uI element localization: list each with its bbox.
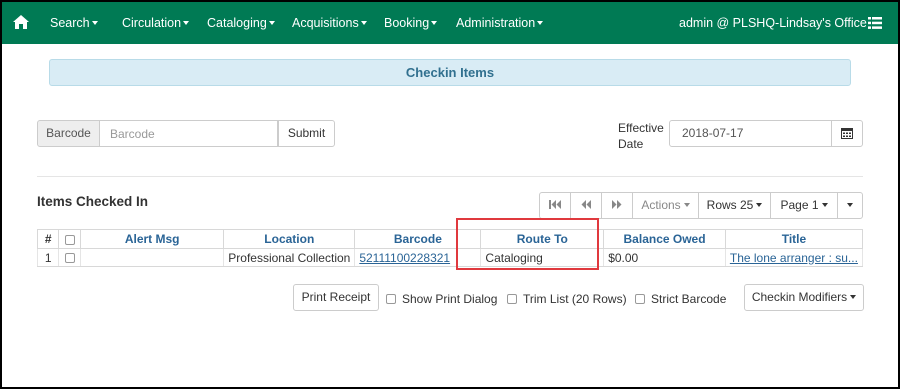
list-icon[interactable]: [868, 17, 882, 29]
column-header-alert-msg[interactable]: Alert Msg: [80, 229, 225, 249]
nav-menu-booking[interactable]: Booking: [384, 16, 438, 30]
barcode-input[interactable]: [99, 120, 278, 147]
show-print-dialog-label: Show Print Dialog: [402, 292, 498, 306]
chevron-down-icon: [821, 202, 828, 207]
calendar-icon: [841, 128, 853, 139]
print-receipt-button[interactable]: Print Receipt: [293, 284, 379, 311]
column-header-balance-owed[interactable]: Balance Owed: [603, 229, 726, 249]
nav-menu-administration[interactable]: Administration: [456, 16, 544, 30]
row-select-checkbox[interactable]: [58, 248, 82, 267]
row-index: 1: [36, 248, 60, 267]
rows-per-page-dropdown[interactable]: Rows 25: [698, 192, 771, 219]
row-location: Professional Collection: [223, 248, 356, 267]
page-title-banner: Checkin Items: [49, 59, 851, 86]
row-barcode-link[interactable]: 52111100228321: [359, 251, 450, 265]
logged-in-user[interactable]: admin @ PLSHQ-Lindsay's Office: [679, 16, 867, 30]
row-route-to: Cataloging: [480, 248, 605, 267]
show-print-dialog-checkbox[interactable]: Show Print Dialog: [386, 292, 497, 306]
grid-options-dropdown[interactable]: [837, 192, 863, 219]
nav-menu-circulation[interactable]: Circulation: [122, 16, 190, 30]
home-icon[interactable]: [12, 14, 30, 30]
top-navbar: Search Circulation Cataloging Acquisitio…: [2, 2, 898, 44]
previous-page-button[interactable]: [570, 192, 602, 219]
next-page-button[interactable]: [601, 192, 633, 219]
table-row[interactable]: 1 Professional Collection 52111100228321…: [36, 248, 864, 267]
column-header-route-to[interactable]: Route To: [480, 229, 605, 249]
chevron-down-icon: [683, 202, 690, 207]
chevron-down-icon: [850, 294, 857, 299]
effective-date-label: Effective Date: [618, 121, 664, 151]
next-page-icon: [612, 200, 622, 210]
column-header-title[interactable]: Title: [724, 229, 864, 249]
nav-menu-acquisitions[interactable]: Acquisitions: [292, 16, 367, 30]
first-page-icon: [549, 200, 561, 210]
actions-dropdown[interactable]: Actions: [632, 192, 699, 219]
nav-menu-cataloging[interactable]: Cataloging: [207, 16, 275, 30]
trim-list-label: Trim List (20 Rows): [523, 292, 627, 306]
calendar-button[interactable]: [831, 120, 863, 147]
row-alert-msg: [80, 248, 225, 267]
row-title-link[interactable]: The lone arranger : su...: [730, 251, 858, 265]
row-title-cell: The lone arranger : su...: [724, 248, 864, 267]
row-balance-owed: $0.00: [603, 248, 726, 267]
nav-menu-search[interactable]: Search: [50, 16, 98, 30]
column-header-location[interactable]: Location: [223, 229, 356, 249]
items-checked-in-table: # Alert Msg Location Barcode Route To Ba…: [36, 229, 864, 267]
column-header-barcode[interactable]: Barcode: [354, 229, 482, 249]
chevron-down-icon: [756, 202, 763, 207]
submit-button[interactable]: Submit: [278, 120, 335, 147]
items-checked-in-heading: Items Checked In: [37, 194, 149, 209]
effective-date-input[interactable]: 2018-07-17: [669, 120, 832, 147]
strict-barcode-checkbox[interactable]: Strict Barcode: [635, 292, 726, 306]
section-divider: [37, 176, 863, 177]
row-barcode-cell: 52111100228321: [354, 248, 482, 267]
first-page-button[interactable]: [539, 192, 571, 219]
trim-list-checkbox[interactable]: Trim List (20 Rows): [507, 292, 627, 306]
checkin-modifiers-dropdown[interactable]: Checkin Modifiers: [744, 284, 864, 311]
chevron-down-icon: [847, 202, 853, 207]
strict-barcode-label: Strict Barcode: [651, 292, 727, 306]
table-header-row: # Alert Msg Location Barcode Route To Ba…: [36, 229, 864, 249]
previous-page-icon: [581, 200, 591, 210]
select-all-checkbox[interactable]: [58, 229, 82, 249]
page-select-dropdown[interactable]: Page 1: [770, 192, 838, 219]
column-header-index[interactable]: #: [36, 229, 60, 249]
barcode-addon-label: Barcode: [37, 120, 100, 147]
